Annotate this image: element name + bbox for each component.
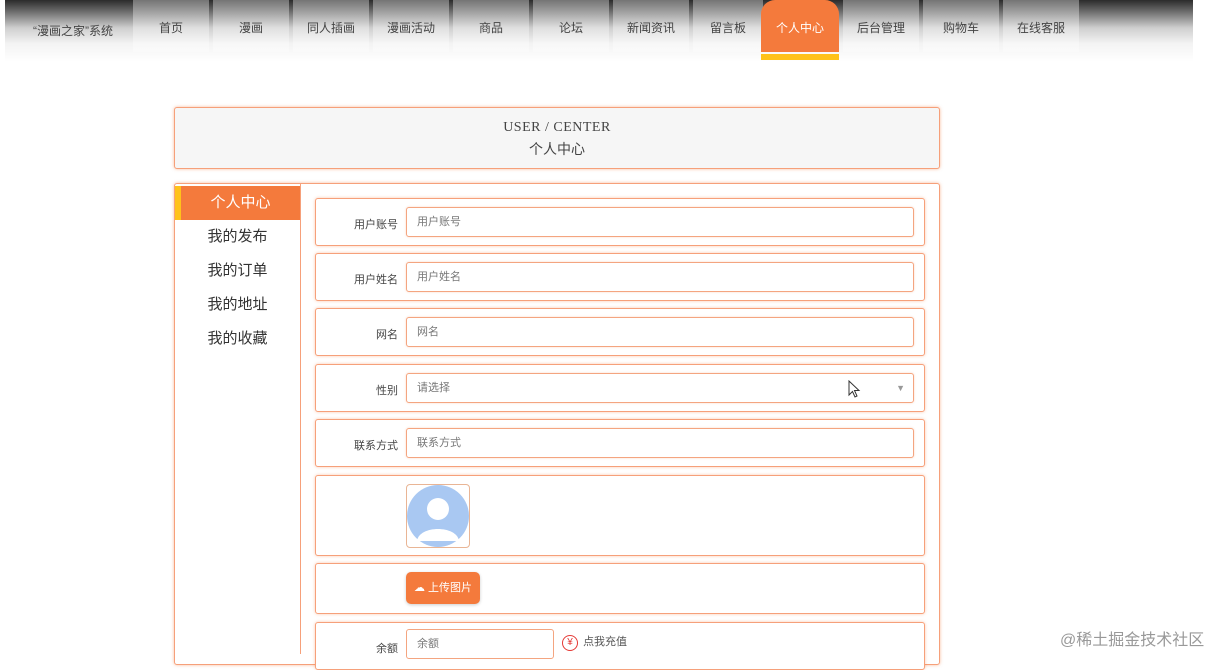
form-row-avatar bbox=[315, 475, 925, 556]
nav-item-products[interactable]: 商品 bbox=[453, 0, 529, 52]
side-item-my-orders[interactable]: 我的订单 bbox=[175, 254, 300, 288]
cloud-upload-icon: ☁ bbox=[413, 582, 425, 594]
recharge-label: 点我充值 bbox=[583, 636, 628, 648]
form-row-upload: ☁ 上传图片 bbox=[315, 563, 925, 614]
user-center-panel: 个人中心 我的发布 我的订单 我的地址 我的收藏 用户账号 用户账号 用户姓名 … bbox=[174, 183, 940, 670]
nav-item-fan-art[interactable]: 同人插画 bbox=[293, 0, 369, 52]
gender-label: 性别 bbox=[376, 385, 398, 397]
account-label: 用户账号 bbox=[354, 219, 398, 231]
balance-label: 余额 bbox=[376, 643, 398, 655]
side-item-my-posts[interactable]: 我的发布 bbox=[175, 220, 300, 254]
nav-item-admin[interactable]: 后台管理 bbox=[843, 0, 919, 52]
contact-input[interactable]: 联系方式 bbox=[406, 428, 914, 458]
contact-label: 联系方式 bbox=[354, 440, 398, 452]
page-header: USER / CENTER 个人中心 bbox=[174, 107, 940, 169]
side-item-user-center[interactable]: 个人中心 bbox=[175, 186, 300, 220]
nav-item-message-board[interactable]: 留言板 bbox=[693, 0, 763, 52]
form-row-balance: 余额 余额 ¥ 点我充值 bbox=[315, 622, 925, 670]
upload-image-label: 上传图片 bbox=[428, 582, 473, 594]
side-item-my-address[interactable]: 我的地址 bbox=[175, 288, 300, 322]
form-row-nickname: 网名 网名 bbox=[315, 308, 925, 356]
form-row-name: 用户姓名 用户姓名 bbox=[315, 253, 925, 301]
nav-item-news[interactable]: 新闻资讯 bbox=[613, 0, 689, 52]
watermark: @稀土掘金技术社区 bbox=[1060, 632, 1205, 649]
form-row-gender: 性别 请选择 ▼ bbox=[315, 364, 925, 412]
nav-item-comics[interactable]: 漫画 bbox=[213, 0, 289, 52]
mouse-cursor-icon bbox=[848, 380, 861, 398]
top-navbar: “漫画之家”系统 首页 漫画 同人插画 漫画活动 商品 论坛 新闻资讯 留言板 … bbox=[5, 0, 1193, 62]
page-title-cn: 个人中心 bbox=[529, 143, 585, 158]
nav-item-customer-service[interactable]: 在线客服 bbox=[1003, 0, 1079, 52]
name-input[interactable]: 用户姓名 bbox=[406, 262, 914, 292]
nav-item-forum[interactable]: 论坛 bbox=[533, 0, 609, 52]
form-row-contact: 联系方式 联系方式 bbox=[315, 419, 925, 467]
page-title-en: USER / CENTER bbox=[503, 120, 611, 135]
name-label: 用户姓名 bbox=[354, 274, 398, 286]
brand-title: “漫画之家”系统 bbox=[33, 24, 113, 38]
upload-image-button[interactable]: ☁ 上传图片 bbox=[406, 572, 480, 604]
default-avatar-icon[interactable] bbox=[406, 484, 470, 548]
nav-item-user-center[interactable]: 个人中心 bbox=[761, 0, 839, 60]
chevron-down-icon: ▼ bbox=[896, 383, 905, 393]
yen-icon: ¥ bbox=[562, 635, 578, 651]
nickname-label: 网名 bbox=[376, 329, 398, 341]
balance-input[interactable]: 余额 bbox=[406, 629, 554, 659]
nickname-input[interactable]: 网名 bbox=[406, 317, 914, 347]
nav-item-events[interactable]: 漫画活动 bbox=[373, 0, 449, 52]
nav-item-home[interactable]: 首页 bbox=[133, 0, 209, 52]
side-item-my-favorites[interactable]: 我的收藏 bbox=[175, 322, 300, 356]
gender-select[interactable]: 请选择 ▼ bbox=[406, 373, 914, 403]
nav-item-cart[interactable]: 购物车 bbox=[923, 0, 999, 52]
form-row-account: 用户账号 用户账号 bbox=[315, 198, 925, 246]
recharge-link[interactable]: ¥ 点我充值 bbox=[562, 633, 627, 651]
side-menu: 个人中心 我的发布 我的订单 我的地址 我的收藏 bbox=[175, 184, 301, 654]
account-input[interactable]: 用户账号 bbox=[406, 207, 914, 237]
gender-select-value: 请选择 bbox=[417, 382, 450, 394]
